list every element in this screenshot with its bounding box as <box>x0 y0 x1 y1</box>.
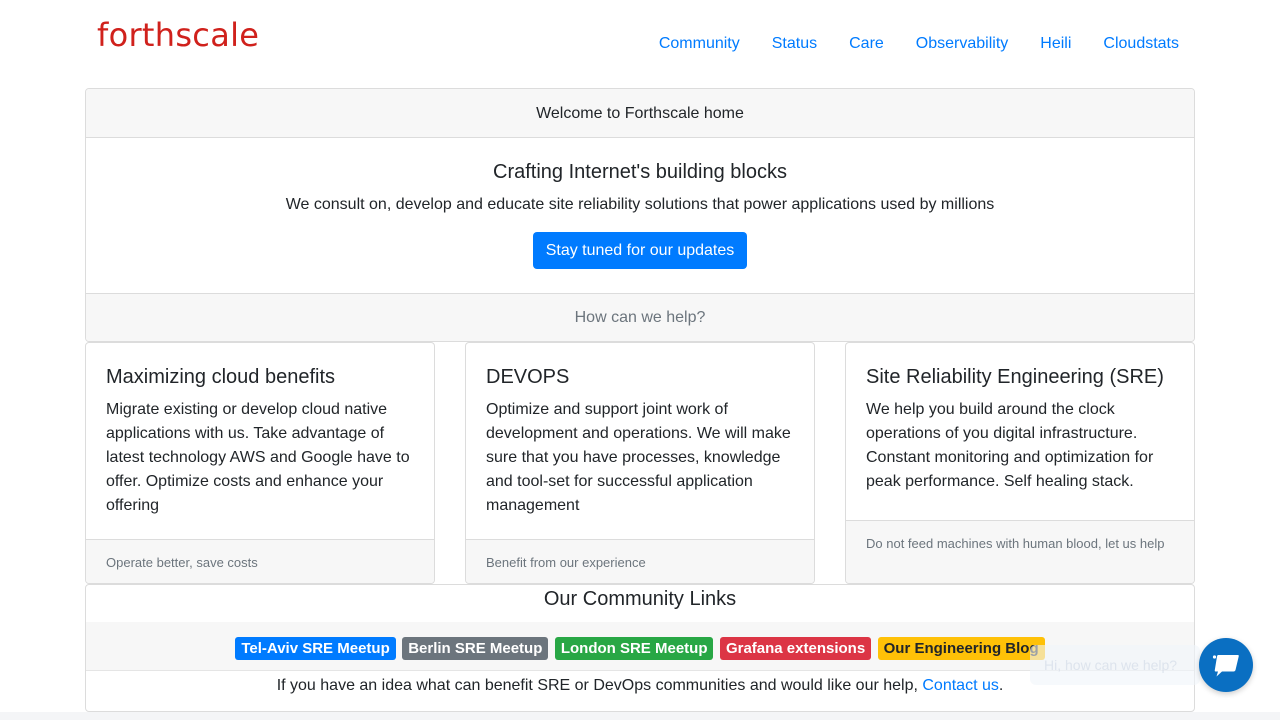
service-footer: Benefit from our experience <box>466 539 814 583</box>
link-berlin-meetup[interactable]: Berlin SRE Meetup <box>402 637 549 660</box>
link-engineering-blog[interactable]: Our Engineering Blog <box>877 637 1045 660</box>
nav-community[interactable]: Community <box>659 34 740 54</box>
chat-launcher-button[interactable] <box>1199 638 1253 692</box>
service-body: We help you build around the clock opera… <box>866 401 1154 490</box>
nav-cloudstats[interactable]: Cloudstats <box>1103 34 1179 54</box>
service-footer: Do not feed machines with human blood, l… <box>846 520 1194 583</box>
hero-section: Crafting Internet's building blocks We c… <box>86 138 1194 293</box>
link-tel-aviv-meetup[interactable]: Tel-Aviv SRE Meetup <box>235 637 396 660</box>
idea-suffix: . <box>998 677 1004 694</box>
contact-us-link[interactable]: Contact us <box>922 677 998 694</box>
stay-tuned-button[interactable]: Stay tuned for our updates <box>532 232 748 269</box>
nav-care[interactable]: Care <box>849 34 884 54</box>
navbar: forthscale Community Status Care Observa… <box>0 0 1280 88</box>
main-nav: Community Status Care Observability Heil… <box>627 34 1179 54</box>
chat-hint: Hi, how can we help? <box>1030 645 1200 685</box>
community-links: Tel-Aviv SRE Meetup Berlin SRE Meetup Lo… <box>86 622 1194 671</box>
nav-status[interactable]: Status <box>772 34 817 54</box>
service-body: Optimize and support joint work of devel… <box>486 401 791 514</box>
hero-subtitle: We consult on, develop and educate site … <box>285 196 995 213</box>
nav-heili[interactable]: Heili <box>1040 34 1071 54</box>
link-london-meetup[interactable]: London SRE Meetup <box>554 637 714 660</box>
idea-text: If you have an idea what can benefit SRE… <box>86 671 1194 696</box>
hero-title: Crafting Internet's building blocks <box>493 161 787 183</box>
help-prompt: How can we help? <box>86 293 1194 341</box>
link-grafana-extensions[interactable]: Grafana extensions <box>719 637 872 660</box>
service-card-devops: DEVOPS Optimize and support joint work o… <box>465 342 815 584</box>
page-bottom <box>0 712 1280 720</box>
service-title: DEVOPS <box>486 366 570 388</box>
service-footer: Operate better, save costs <box>86 539 434 583</box>
service-title: Maximizing cloud benefits <box>106 366 335 388</box>
welcome-header: Welcome to Forthscale home <box>86 89 1194 138</box>
welcome-card: Welcome to Forthscale home Crafting Inte… <box>85 88 1195 342</box>
community-card: Our Community Links Tel-Aviv SRE Meetup … <box>85 584 1195 712</box>
chat-bubble-icon <box>1212 655 1239 677</box>
nav-observability[interactable]: Observability <box>916 34 1008 54</box>
service-body: Migrate existing or develop cloud native… <box>106 401 410 514</box>
services-deck: Maximizing cloud benefits Migrate existi… <box>85 342 1195 584</box>
community-title: Our Community Links <box>543 588 737 610</box>
service-card-sre: Site Reliability Engineering (SRE) We he… <box>845 342 1195 584</box>
service-card-cloud: Maximizing cloud benefits Migrate existi… <box>85 342 435 584</box>
idea-message: If you have an idea what can benefit SRE… <box>276 677 923 694</box>
brand-logo[interactable]: forthscale <box>97 16 259 54</box>
service-title: Site Reliability Engineering (SRE) <box>866 366 1164 388</box>
